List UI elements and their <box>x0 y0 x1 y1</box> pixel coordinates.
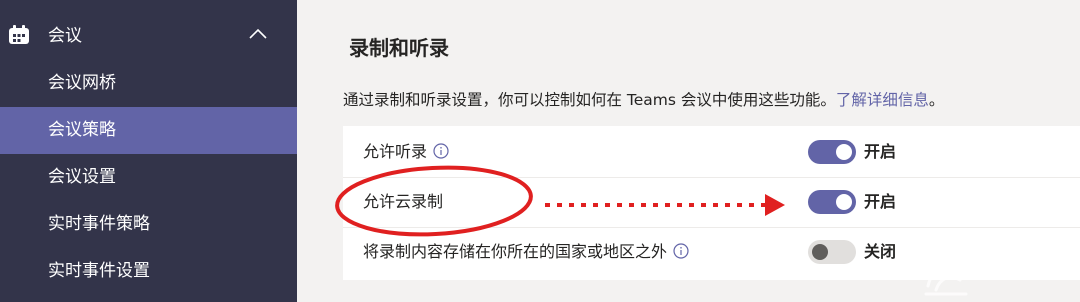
setting-label: 允许听录 <box>363 140 449 164</box>
info-icon[interactable] <box>673 243 689 259</box>
learn-more-link[interactable]: 了解详细信息 <box>836 91 929 109</box>
sidebar-item-live-event-policies[interactable]: 实时事件策略 <box>0 201 297 248</box>
chevron-up-icon[interactable] <box>248 28 268 40</box>
sidebar-item-live-event-settings[interactable]: 实时事件设置 <box>0 248 297 295</box>
section-title: 录制和听录 <box>349 36 449 60</box>
toggle-knob <box>836 144 852 160</box>
setting-label: 允许云录制 <box>363 192 444 211</box>
info-icon[interactable] <box>433 143 449 159</box>
sidebar-item-meeting-bridges[interactable]: 会议网桥 <box>0 60 297 107</box>
toggle-switch[interactable] <box>808 140 856 164</box>
description-end: 。 <box>928 91 945 109</box>
toggle-state-label: 开启 <box>864 192 897 211</box>
toggle-state-label: 开启 <box>864 142 897 161</box>
sidebar-item-meeting-settings[interactable]: 会议设置 <box>0 154 297 201</box>
section-description: 通过录制和听录设置，你可以控制如何在 Teams 会议中使用这些功能。了解详细信… <box>343 88 944 112</box>
setting-label: 将录制内容存储在你所在的国家或地区之外 <box>363 240 689 264</box>
setting-row-allow-transcription: 允许听录 开启 <box>343 128 1080 176</box>
sidebar: 会议 会议网桥 会议策略 会议设置 实时事件策略 实时事件设置 <box>0 0 297 302</box>
watermark-logo <box>924 265 968 296</box>
setting-label-text: 将录制内容存储在你所在的国家或地区之外 <box>363 242 668 261</box>
toggle-knob <box>836 194 852 210</box>
toggle-state-label: 关闭 <box>864 242 897 261</box>
sidebar-group-meetings[interactable]: 会议 <box>0 14 297 60</box>
calendar-icon <box>9 25 29 44</box>
setting-label-text: 允许听录 <box>363 142 428 161</box>
description-text: 通过录制和听录设置，你可以控制如何在 Teams 会议中使用这些功能。 <box>343 91 836 109</box>
toggle-switch[interactable] <box>808 190 856 214</box>
sidebar-item-meeting-policies[interactable]: 会议策略 <box>0 107 297 154</box>
sidebar-group-label: 会议 <box>48 26 82 46</box>
toggle-knob <box>812 244 828 260</box>
setting-row-allow-cloud-recording: 允许云录制 开启 <box>343 177 1080 226</box>
toggle-switch[interactable] <box>808 240 856 264</box>
